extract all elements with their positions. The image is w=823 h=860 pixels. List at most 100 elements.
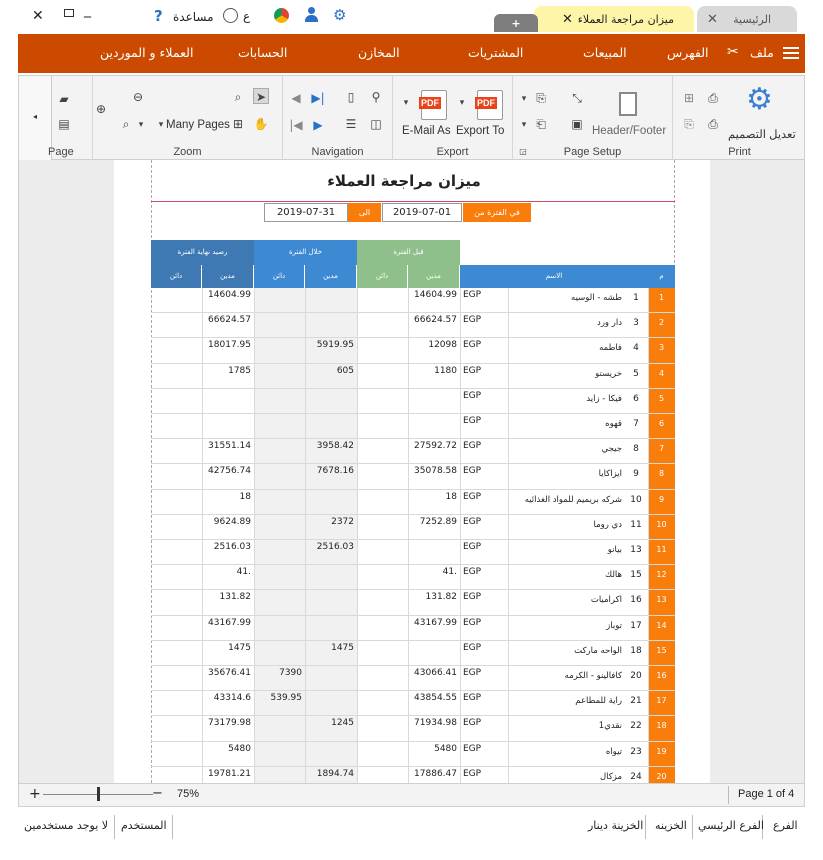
many-pages-button[interactable]: Many Pages <box>166 119 230 131</box>
customer-name-cell: راية للمطاعم <box>575 696 622 707</box>
open-icon[interactable]: ⎘ <box>681 116 697 132</box>
email-dropdown-icon[interactable]: ▾ <box>398 95 414 111</box>
tab-report-close-icon[interactable]: ✕ <box>562 12 573 27</box>
orientation-icon[interactable]: ⎘ <box>533 90 549 106</box>
previous-page-icon[interactable]: ◀ <box>288 90 304 106</box>
edit-design-button[interactable]: تعديل التصميم <box>728 127 796 141</box>
zoom-out-icon[interactable]: ⊖ <box>130 89 146 105</box>
page-group: ▰ ▤ Page <box>48 76 92 160</box>
customer-code-cell: 18 <box>630 645 642 656</box>
tab-home-label: الرئيسية <box>733 12 771 26</box>
customer-code-cell: 17 <box>630 620 642 631</box>
orientation-chevron-icon[interactable]: ▾ <box>516 91 532 107</box>
column-header-col_credit: دائن <box>151 265 201 288</box>
menu-stores[interactable]: المخازن <box>358 45 400 60</box>
zoom-group-label: Zoom <box>173 146 202 158</box>
hand-tool-icon[interactable]: ✋ <box>253 116 269 132</box>
watermark-icon[interactable]: ▤ <box>56 116 72 132</box>
tab-report[interactable]: ميزان مراجعة العملاء ✕ <box>534 6 694 32</box>
window-minimize-icon[interactable]: _ <box>84 2 91 18</box>
row-number-cell: 2 <box>658 318 665 328</box>
page-setup-group-label: Page Setup <box>563 146 622 158</box>
language-label[interactable]: ع <box>243 9 250 23</box>
next-page-icon[interactable]: ▶ <box>310 117 326 133</box>
edit-design-gear-icon[interactable]: ⚙ <box>746 84 773 116</box>
table-row: 14604.99 14604.99 EGP طشه - الوسيه 1 1 <box>151 288 675 314</box>
quick-print-icon[interactable]: ⎙ <box>705 90 721 106</box>
end-debit-cell: 43167.99 <box>208 617 251 628</box>
menu-purchases[interactable]: المشتريات <box>468 45 523 60</box>
during-debit-cell: 1245 <box>331 718 354 729</box>
header-footer-icon[interactable] <box>619 92 637 116</box>
margins-icon[interactable]: ▣ <box>569 116 585 132</box>
zoom-dropdown-icon[interactable]: ⌕ <box>118 116 134 132</box>
menu-sales[interactable]: المبيعات <box>583 45 627 60</box>
user-icon[interactable] <box>304 7 319 23</box>
many-pages-icon[interactable]: ⊞ <box>230 116 246 132</box>
window-maximize-icon[interactable] <box>64 9 74 17</box>
export-group-label: Export <box>436 146 469 158</box>
find-icon[interactable]: ⌕ <box>230 89 246 105</box>
header-footer-button[interactable]: Header/Footer <box>592 125 666 137</box>
customer-name-cell: دار ورد <box>597 318 622 329</box>
menu-index[interactable]: الفهرس <box>667 45 709 60</box>
document-map-icon[interactable]: ▯ <box>343 89 359 105</box>
last-page-icon[interactable]: ▶| <box>310 90 326 106</box>
tab-home-close-icon[interactable]: ✕ <box>707 12 718 27</box>
export-dropdown-icon[interactable]: ▾ <box>454 95 470 111</box>
customer-name-cell: تيواه <box>605 746 622 757</box>
add-tab-button[interactable]: + <box>494 14 538 32</box>
zoom-minus-button[interactable]: − <box>152 786 163 801</box>
export-pdf-icon[interactable]: PDF <box>475 90 503 120</box>
print-icon[interactable]: ⎙ <box>705 116 721 132</box>
menu-file[interactable]: ملف <box>750 45 774 60</box>
end-debit-cell: 1475 <box>228 642 251 653</box>
paper-size-icon[interactable]: ⎗ <box>533 116 549 132</box>
thumbnails-icon[interactable]: ◫ <box>368 116 384 132</box>
during-debit-cell: 1475 <box>331 642 354 653</box>
tab-home[interactable]: الرئيسية ✕ <box>697 6 797 32</box>
pointer-icon[interactable]: ➤ <box>253 88 269 104</box>
scale-icon[interactable]: ⤡ <box>569 90 585 106</box>
zoom-in-icon[interactable]: ⊕ <box>93 101 109 117</box>
zoom-chevron-down-icon[interactable]: ▾ <box>133 117 149 133</box>
title-divider <box>151 201 675 202</box>
window-close-icon[interactable]: ✕ <box>32 8 44 24</box>
parameters-icon[interactable]: ☰ <box>343 116 359 132</box>
row-number-cell: 10 <box>656 519 667 529</box>
settings-icon[interactable]: ⚙ <box>333 6 346 24</box>
to-label: الى <box>348 203 381 222</box>
menu-accounts[interactable]: الحسابات <box>238 45 287 60</box>
page-color-icon[interactable]: ▰ <box>56 91 72 107</box>
pdf-badge: PDF <box>419 97 441 109</box>
help-label[interactable]: مساعدة <box>173 10 214 24</box>
hamburger-icon[interactable] <box>783 47 799 59</box>
before-debit-cell: 1180 <box>434 365 457 376</box>
size-chevron-icon[interactable]: ▾ <box>516 117 532 133</box>
table-row: 41. 41. EGP هالك 15 12 <box>151 565 675 591</box>
zoom-group: ⊕ ⊖ ⌕ ▾ ▾ Many Pages ⊞ ⌕ ➤ ✋ Zoom <box>92 76 282 160</box>
during-debit-cell: 2372 <box>331 516 354 527</box>
zoom-slider-thumb[interactable] <box>96 787 100 801</box>
column-divider <box>648 288 649 783</box>
customer-name-cell: نقدي1 <box>598 721 622 732</box>
footer-treasury-value: الخزينة دينار <box>588 819 644 832</box>
zoom-plus-button[interactable]: + <box>29 786 41 802</box>
first-page-icon[interactable]: |◀ <box>288 117 304 133</box>
before-debit-cell: 41. <box>442 567 457 578</box>
export-group: ▾ PDF E-Mail As ▾ PDF Export To Export <box>392 76 512 160</box>
menu-customers-suppliers[interactable]: العملاء و الموردين <box>100 45 193 60</box>
footer-separator <box>172 815 173 839</box>
email-as-button[interactable]: E-Mail As <box>402 125 451 137</box>
help-icon[interactable]: ? <box>154 7 163 25</box>
row-number-cell: 14 <box>656 620 667 630</box>
export-to-button[interactable]: Export To <box>456 125 504 137</box>
globe-icon[interactable] <box>223 8 238 23</box>
customer-name-cell: مزكال <box>599 771 622 782</box>
end-debit-cell: 18 <box>239 491 251 502</box>
print-options-icon[interactable]: ⊞ <box>681 90 697 106</box>
end-debit-cell: 2516.03 <box>213 542 251 552</box>
email-pdf-icon[interactable]: PDF <box>419 90 447 120</box>
search-binoculars-icon[interactable]: ⚲ <box>368 89 384 105</box>
chrome-icon[interactable] <box>274 8 289 23</box>
